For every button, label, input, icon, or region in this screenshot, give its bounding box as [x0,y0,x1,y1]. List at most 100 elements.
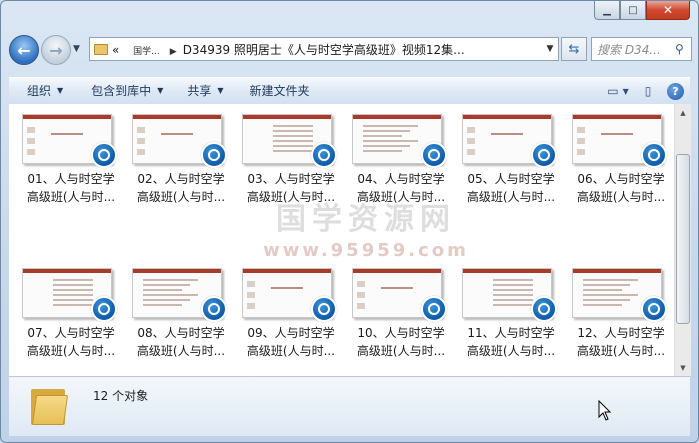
file-item[interactable]: 12、人与时空学 高级班(人与时... [569,258,673,368]
video-player-icon [311,142,337,168]
search-input[interactable]: 搜索 D34... [597,41,675,58]
file-name-line-1: 07、人与时空学 [27,326,115,340]
share-label: 共享 [187,84,212,98]
file-name-line-2: 高级班(人与时... [136,344,226,358]
back-button[interactable]: ← [9,35,39,65]
details-pane: 12 个对象 [9,376,690,436]
file-name-line-2: 高级班(人与时... [576,190,666,204]
caption-buttons: ▁ □ ✕ [594,1,690,21]
video-player-icon [311,296,337,322]
video-player-icon [91,296,117,322]
file-name-line-1: 04、人与时空学 [357,172,445,186]
file-item[interactable]: 06、人与时空学 高级班(人与时... [569,104,673,214]
file-name-line-1: 09、人与时空学 [247,326,335,340]
file-item[interactable]: 10、人与时空学 高级班(人与时... [349,258,453,368]
navigation-bar: ← → ▼ « 国学... ▶ D34939 照明居士《人与时空学高级班》视频12集… [9,32,692,66]
search-box[interactable]: 搜索 D34... ⚲ [591,37,692,61]
file-item[interactable]: 09、人与时空学 高级班(人与时... [239,258,343,368]
file-name-line-2: 高级班(人与时... [466,344,556,358]
video-player-icon [641,296,667,322]
file-item[interactable]: 01、人与时空学 高级班(人与时... [19,104,123,214]
file-item[interactable]: 11、人与时空学 高级班(人与时... [459,258,563,368]
view-icon: ▭ [607,84,619,98]
organize-menu[interactable]: 组织 ▼ [9,82,73,99]
breadcrumb-crumb-1[interactable]: 国学... [133,47,160,57]
preview-pane-button[interactable]: ▯ [637,82,659,100]
close-button[interactable]: ✕ [646,1,690,20]
file-name-line-1: 03、人与时空学 [247,172,335,186]
file-name: 12、人与时空学 高级班(人与时... [569,324,673,360]
arrow-right-icon: → [49,40,63,60]
scroll-up-icon[interactable]: ▲ [675,104,691,121]
new-folder-button[interactable]: 新建文件夹 [240,82,320,99]
breadcrumb-separator-icon[interactable]: ▶ [170,47,177,57]
file-item[interactable]: 03、人与时空学 高级班(人与时... [239,104,343,214]
include-in-library-menu[interactable]: 包含到库中 ▼ [81,82,173,99]
view-controls: ▭ ▼ ▯ ? [607,80,684,102]
address-bar[interactable]: « 国学... ▶ D34939 照明居士《人与时空学高级班》视频12集... ▼ [89,37,559,61]
change-view-button[interactable]: ▭ ▼ [607,82,629,100]
file-item[interactable]: 02、人与时空学 高级班(人与时... [129,104,233,214]
file-item[interactable]: 04、人与时空学 高级班(人与时... [349,104,453,214]
minimize-button[interactable]: ▁ [594,1,620,20]
file-name-line-1: 06、人与时空学 [577,172,665,186]
maximize-button[interactable]: □ [620,1,646,20]
vertical-scrollbar[interactable]: ▲ ▼ [674,104,691,376]
video-player-icon [641,142,667,168]
scrollbar-thumb[interactable] [676,154,690,324]
file-name-line-1: 10、人与时空学 [357,326,445,340]
breadcrumb-crumb-2[interactable]: D34939 照明居士《人与时空学高级班》视频12集... [183,43,465,57]
file-item[interactable]: 05、人与时空学 高级班(人与时... [459,104,563,214]
file-item[interactable]: 07、人与时空学 高级班(人与时... [19,258,123,368]
file-name-line-1: 05、人与时空学 [467,172,555,186]
file-name-line-2: 高级班(人与时... [356,190,446,204]
folder-icon [90,43,112,55]
file-name: 04、人与时空学 高级班(人与时... [349,170,453,206]
share-menu[interactable]: 共享 ▼ [177,82,233,99]
scroll-down-icon[interactable]: ▼ [675,359,691,376]
chevron-down-icon: ▼ [57,86,64,95]
breadcrumb-overflow[interactable]: « [112,43,119,57]
preview-pane-icon: ▯ [644,84,652,98]
file-name-line-2: 高级班(人与时... [246,344,336,358]
file-name-line-2: 高级班(人与时... [136,190,226,204]
file-name-line-2: 高级班(人与时... [246,190,336,204]
file-list[interactable]: 01、人与时空学 高级班(人与时... 02、人与时空学 高级班(人与时... 03、人… [9,104,674,376]
file-name-line-2: 高级班(人与时... [26,190,116,204]
folder-icon [31,385,69,425]
command-bar: 组织 ▼ 包含到库中 ▼ 共享 ▼ 新建文件夹 ▭ ▼ ▯ ? [9,77,690,103]
file-name: 01、人与时空学 高级班(人与时... [19,170,123,206]
file-name-line-1: 11、人与时空学 [467,326,555,340]
file-name-line-1: 02、人与时空学 [137,172,225,186]
refresh-button[interactable]: ⇆ [561,37,587,61]
file-name: 03、人与时空学 高级班(人与时... [239,170,343,206]
video-player-icon [201,142,227,168]
chevron-down-icon: ▼ [157,86,164,95]
file-name: 09、人与时空学 高级班(人与时... [239,324,343,360]
file-name-line-2: 高级班(人与时... [576,344,666,358]
file-name: 06、人与时空学 高级班(人与时... [569,170,673,206]
help-icon[interactable]: ? [667,82,684,100]
file-name: 10、人与时空学 高级班(人与时... [349,324,453,360]
file-name-line-1: 01、人与时空学 [27,172,115,186]
video-player-icon [531,142,557,168]
refresh-icon: ⇆ [568,41,580,57]
address-dropdown[interactable]: ▼ [542,44,558,54]
chevron-down-icon: ▼ [217,86,224,95]
breadcrumb: « 国学... ▶ D34939 照明居士《人与时空学高级班》视频12集... [112,41,542,58]
video-player-icon [201,296,227,322]
arrow-left-icon: ← [17,40,31,60]
item-count: 12 个对象 [93,389,149,403]
video-player-icon [421,296,447,322]
file-item[interactable]: 08、人与时空学 高级班(人与时... [129,258,233,368]
new-folder-label: 新建文件夹 [249,84,310,98]
include-in-library-label: 包含到库中 [91,84,152,98]
forward-button[interactable]: → [41,35,71,65]
search-icon: ⚲ [675,42,684,56]
organize-label: 组织 [27,84,52,98]
file-name: 07、人与时空学 高级班(人与时... [19,324,123,360]
file-name-line-1: 12、人与时空学 [577,326,665,340]
file-name-line-2: 高级班(人与时... [26,344,116,358]
recent-pages-dropdown[interactable]: ▼ [73,44,80,54]
video-player-icon [91,142,117,168]
